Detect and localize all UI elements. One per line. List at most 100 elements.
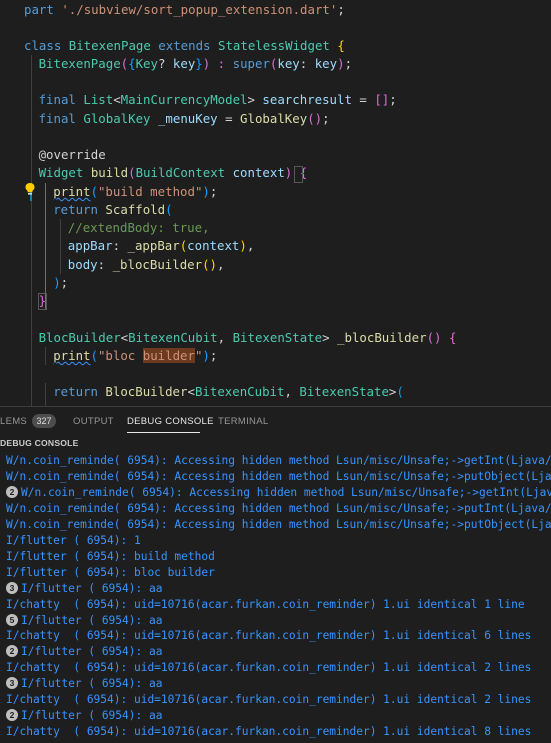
code-token: key bbox=[277, 56, 300, 71]
code-token: } bbox=[195, 56, 203, 71]
code-token: context bbox=[232, 165, 285, 180]
code-token: context bbox=[187, 238, 240, 253]
console-line-text: I/chatty ( 6954): uid=10716(acar.furkan.… bbox=[6, 725, 532, 739]
code-token: : bbox=[299, 56, 315, 71]
code-line[interactable]: @override bbox=[39, 146, 106, 164]
code-token: BitexenCubit bbox=[128, 330, 218, 345]
code-token: @override bbox=[38, 147, 106, 162]
console-line: W/n.coin_reminde( 6954): Accessing hidde… bbox=[6, 453, 551, 469]
code-token: ) : bbox=[202, 56, 233, 71]
code-line[interactable]: return BlocBuilder<BitexenCubit, Bitexen… bbox=[53, 383, 404, 401]
debug-console-title: DEBUG CONSOLE bbox=[0, 438, 79, 448]
code-line[interactable]: return Scaffold( bbox=[53, 201, 172, 219]
code-token: Scaffold bbox=[105, 202, 166, 217]
code-token: "build method" bbox=[97, 184, 203, 199]
code-token: ) bbox=[202, 184, 210, 199]
code-token: { bbox=[448, 330, 457, 345]
tab-debug-console[interactable]: DEBUG CONSOLE bbox=[127, 416, 214, 427]
lightbulb-icon[interactable] bbox=[24, 182, 36, 196]
code-token: build bbox=[90, 165, 129, 180]
tab-terminal[interactable]: TERMINAL bbox=[218, 416, 268, 427]
console-line-text: I/flutter ( 6954): aa bbox=[21, 645, 163, 659]
code-token: body bbox=[67, 257, 98, 272]
code-line[interactable]: print("bloc builder"); bbox=[53, 347, 217, 365]
console-line-text: I/flutter ( 6954): 1 bbox=[6, 533, 141, 547]
console-line-text: W/n.coin_reminde( 6954): Accessing hidde… bbox=[6, 469, 551, 483]
code-token: < bbox=[113, 92, 121, 107]
code-line[interactable]: BitexenPage({Key? key}) : super(key: key… bbox=[39, 55, 352, 73]
tab-problems[interactable]: LEMS bbox=[0, 416, 27, 427]
code-token: ; bbox=[209, 184, 218, 199]
repeat-count-badge: 3 bbox=[6, 677, 18, 690]
console-line-text: I/flutter ( 6954): bloc builder bbox=[6, 565, 215, 579]
console-line: I/flutter ( 6954): bloc builder bbox=[6, 565, 215, 581]
code-line[interactable]: print("build method"); bbox=[53, 183, 217, 201]
console-line-text: W/n.coin_reminde( 6954): Accessing hidde… bbox=[6, 454, 551, 467]
console-line: 3 I/flutter ( 6954): aa bbox=[6, 581, 162, 597]
bracket-match-box bbox=[38, 293, 47, 310]
code-token: BitexenPage bbox=[68, 38, 159, 53]
code-token: ) bbox=[337, 56, 345, 71]
console-line-text: W/n.coin_reminde( 6954): Accessing hidde… bbox=[6, 517, 551, 531]
code-token: builder bbox=[142, 348, 195, 363]
code-token: ( bbox=[396, 384, 404, 399]
console-line: W/n.coin_reminde( 6954): Accessing hidde… bbox=[6, 469, 551, 485]
code-token: _blocBuilder bbox=[112, 257, 203, 272]
repeat-count-badge: 3 bbox=[6, 581, 18, 594]
console-line: I/chatty ( 6954): uid=10716(acar.furkan.… bbox=[6, 692, 531, 708]
code-token: print bbox=[53, 184, 91, 199]
console-line: I/chatty ( 6954): uid=10716(acar.furkan.… bbox=[6, 628, 531, 644]
debug-console-output[interactable]: W/n.coin_reminde( 6954): Accessing hidde… bbox=[0, 452, 551, 743]
bracket-match-box bbox=[294, 166, 303, 183]
code-token: { bbox=[337, 38, 345, 53]
code-token: Widget bbox=[38, 165, 91, 180]
code-token: _appBar bbox=[127, 238, 180, 253]
code-token: "bloc bbox=[97, 348, 143, 363]
code-token: () bbox=[202, 257, 218, 272]
active-tab-indicator bbox=[127, 432, 200, 433]
console-line-text: W/n.coin_reminde( 6954): Accessing hidde… bbox=[6, 501, 551, 515]
code-token: BlocBuilder bbox=[105, 384, 188, 399]
code-token: StatelessWidget bbox=[217, 38, 338, 53]
code-token: return bbox=[53, 202, 106, 217]
code-line[interactable]: appBar: _appBar(context), bbox=[68, 237, 255, 255]
code-token: ; bbox=[60, 275, 69, 290]
console-line-text: W/n.coin_reminde( 6954): Accessing hidde… bbox=[21, 485, 551, 499]
code-line[interactable]: ); bbox=[53, 274, 68, 292]
code-token: [] bbox=[374, 92, 390, 107]
console-line: I/chatty ( 6954): uid=10716(acar.furkan.… bbox=[6, 724, 531, 740]
code-line[interactable]: //extendBody: true, bbox=[68, 219, 210, 237]
code-token: ; bbox=[322, 111, 330, 126]
code-line[interactable]: BlocBuilder<BitexenCubit, BitexenState> … bbox=[39, 329, 457, 347]
console-line-text: I/chatty ( 6954): uid=10716(acar.furkan.… bbox=[6, 661, 532, 675]
console-line: I/flutter ( 6954): build method bbox=[6, 549, 215, 565]
code-line[interactable]: class BitexenPage extends StatelessWidge… bbox=[24, 37, 345, 55]
code-line[interactable]: part './subview/sort_popup_extension.dar… bbox=[24, 1, 345, 19]
tab-output[interactable]: OUTPUT bbox=[73, 416, 114, 427]
console-line: 3 I/flutter ( 6954): aa bbox=[6, 676, 162, 692]
repeat-count-badge: 2 bbox=[6, 485, 18, 498]
code-token: ; bbox=[389, 92, 397, 107]
code-line[interactable]: final GlobalKey _menuKey = GlobalKey(); bbox=[39, 110, 330, 128]
console-line-text: I/chatty ( 6954): uid=10716(acar.furkan.… bbox=[6, 597, 525, 611]
code-token: _menuKey bbox=[157, 111, 218, 126]
code-line[interactable]: Widget build(BuildContext context) { bbox=[39, 164, 308, 182]
code-editor[interactable]: part './subview/sort_popup_extension.dar… bbox=[0, 0, 551, 406]
indent-guide bbox=[45, 183, 46, 310]
debug-console-header: DEBUG CONSOLE bbox=[0, 434, 551, 451]
code-token: ; bbox=[344, 56, 353, 71]
code-token: appBar bbox=[67, 238, 113, 253]
console-line: 2 I/flutter ( 6954): aa bbox=[6, 708, 162, 724]
code-token: ( bbox=[128, 165, 136, 180]
code-token: > bbox=[322, 330, 338, 345]
indent-guide bbox=[31, 55, 32, 406]
code-token: //extendBody: true, bbox=[67, 220, 210, 235]
console-line: I/chatty ( 6954): uid=10716(acar.furkan.… bbox=[6, 597, 525, 613]
code-line[interactable]: body: _blocBuilder(), bbox=[68, 256, 225, 274]
code-token: ; bbox=[337, 2, 345, 17]
console-line-text: I/flutter ( 6954): aa bbox=[21, 581, 163, 595]
code-token: ) bbox=[239, 238, 247, 253]
code-token: key bbox=[314, 56, 338, 71]
indent-guide bbox=[45, 383, 46, 406]
code-line[interactable]: final List<MainCurrencyModel> searchresu… bbox=[39, 91, 397, 109]
